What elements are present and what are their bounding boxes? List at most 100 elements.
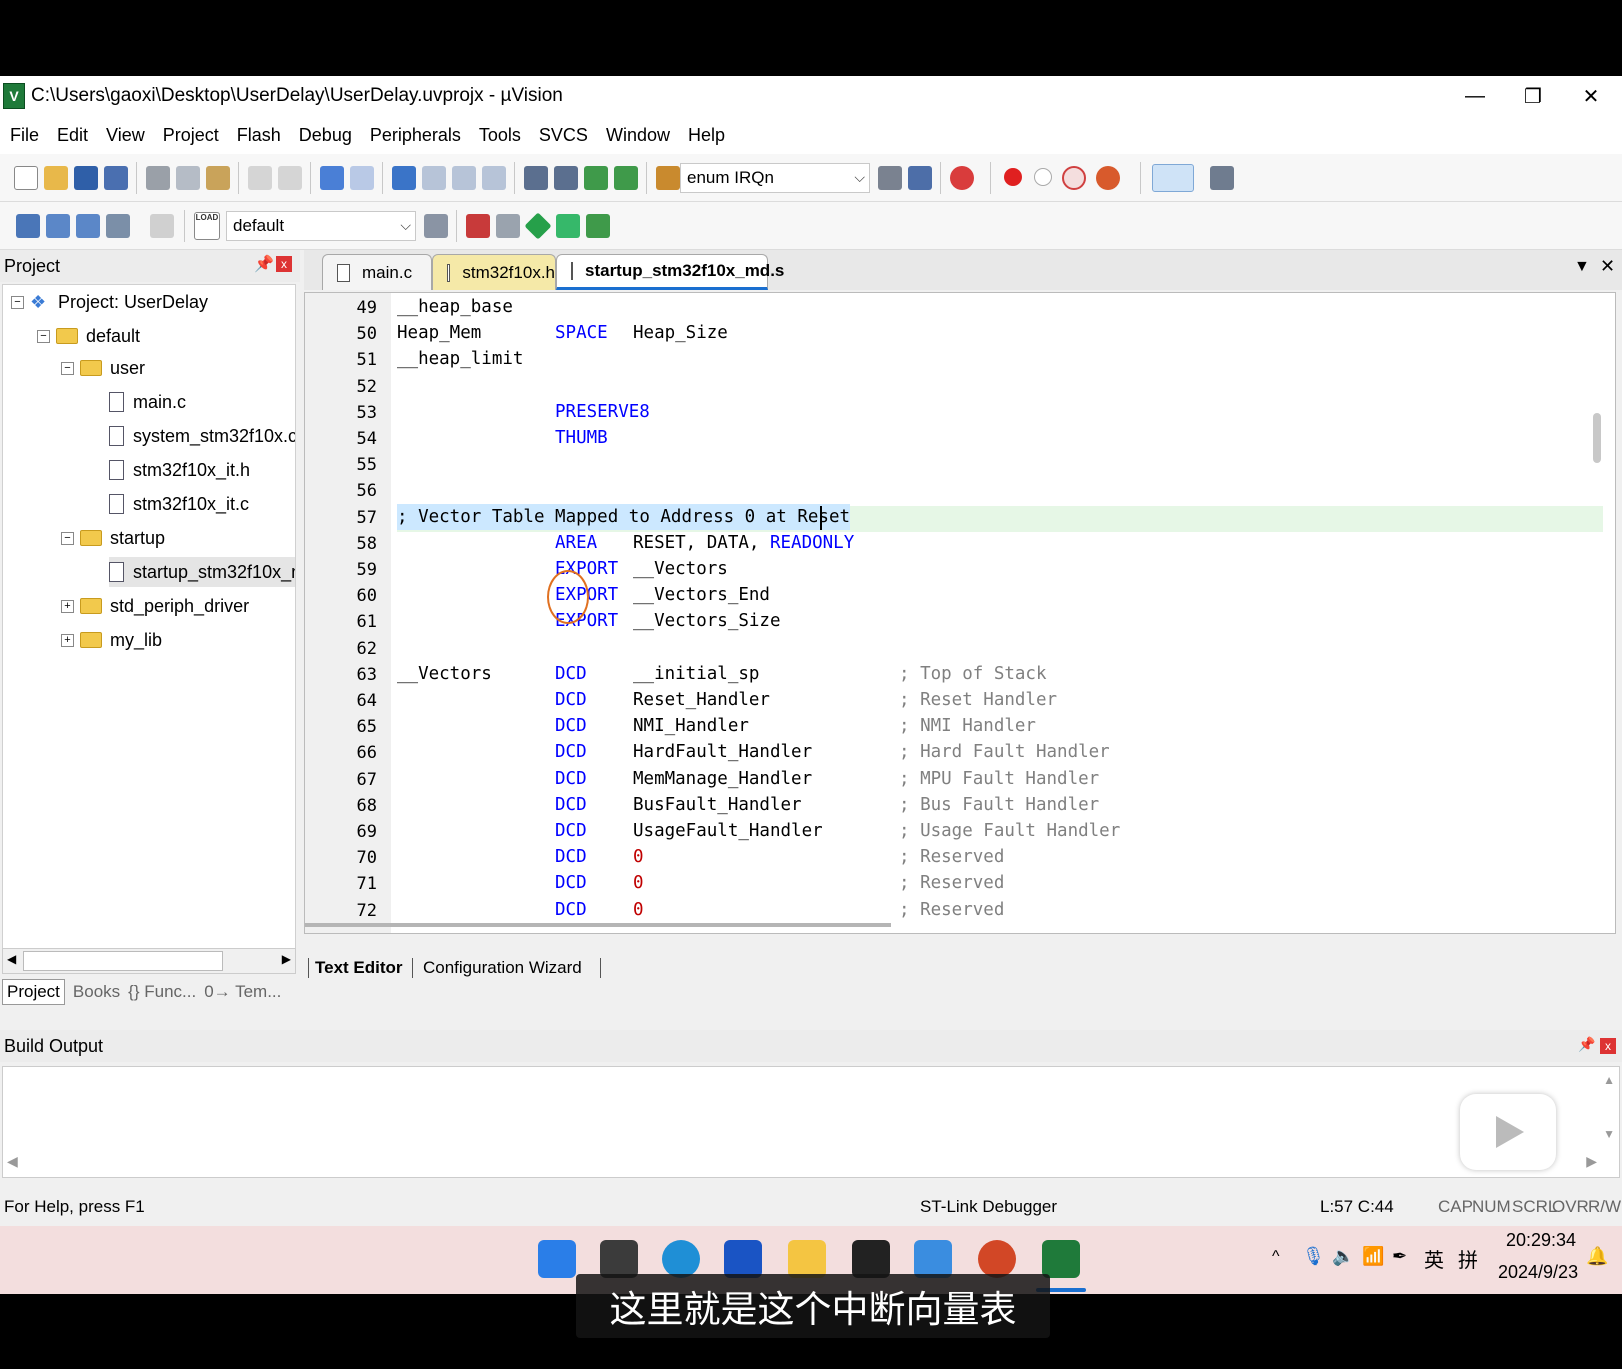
- speaker-icon[interactable]: 🔈: [1332, 1246, 1354, 1267]
- file-explorer-icon[interactable]: [788, 1240, 826, 1278]
- tab-list-dropdown-icon[interactable]: ▼: [1574, 258, 1590, 276]
- kill-all-breakpoints-icon[interactable]: [1096, 166, 1120, 190]
- tree-node-project[interactable]: − ❖ Project: UserDelay: [11, 287, 208, 317]
- batch-build-icon[interactable]: [106, 214, 130, 238]
- cut-icon[interactable]: [146, 166, 170, 190]
- next-bookmark-icon[interactable]: [452, 166, 476, 190]
- unindent-icon[interactable]: [554, 166, 578, 190]
- collapse-icon[interactable]: −: [61, 361, 74, 375]
- breakpoint-icon[interactable]: [1004, 168, 1022, 186]
- collapse-icon[interactable]: −: [11, 295, 24, 309]
- menu-project[interactable]: Project: [154, 125, 228, 146]
- tab-books[interactable]: Books: [73, 982, 120, 1002]
- debug-session-icon[interactable]: [950, 166, 974, 190]
- minimize-button[interactable]: —: [1446, 76, 1504, 116]
- copy-icon[interactable]: [176, 166, 200, 190]
- tree-node-std-periph[interactable]: + std_periph_driver: [61, 591, 249, 621]
- close-pane-icon[interactable]: x: [1600, 1038, 1616, 1054]
- ime-language[interactable]: 英: [1424, 1244, 1444, 1273]
- undo-icon[interactable]: [248, 166, 272, 190]
- tab-templates[interactable]: 0→ Tem...: [204, 982, 281, 1002]
- tab-main-c[interactable]: main.c: [322, 254, 432, 290]
- scroll-left-icon[interactable]: ◀: [7, 952, 16, 966]
- tab-functions[interactable]: {} Func...: [128, 982, 196, 1002]
- find-in-files-icon[interactable]: [656, 166, 680, 190]
- pen-icon[interactable]: ✒: [1392, 1246, 1407, 1267]
- clock-time[interactable]: 20:29:34: [1506, 1230, 1576, 1251]
- uvision-taskbar-icon[interactable]: [1042, 1240, 1080, 1278]
- window-layout-icon[interactable]: [1152, 164, 1194, 192]
- rebuild-icon[interactable]: [76, 214, 100, 238]
- camera-app-icon[interactable]: [852, 1240, 890, 1278]
- tab-text-editor[interactable]: Text Editor: [308, 958, 403, 978]
- expand-icon[interactable]: +: [61, 633, 74, 647]
- tree-file-it-h[interactable]: stm32f10x_it.h: [109, 455, 250, 485]
- powerpoint-icon[interactable]: [978, 1240, 1016, 1278]
- collapse-icon[interactable]: −: [37, 329, 50, 343]
- menu-view[interactable]: View: [97, 125, 154, 146]
- menu-window[interactable]: Window: [597, 125, 679, 146]
- microphone-icon[interactable]: 🎙: [1302, 1246, 1325, 1267]
- translate-icon[interactable]: [16, 214, 40, 238]
- paste-icon[interactable]: [206, 166, 230, 190]
- pin-icon[interactable]: 📌: [254, 254, 274, 274]
- edge-icon[interactable]: [662, 1240, 700, 1278]
- menu-debug[interactable]: Debug: [290, 125, 361, 146]
- menu-edit[interactable]: Edit: [48, 125, 97, 146]
- scroll-right-icon[interactable]: ▶: [282, 952, 291, 966]
- vertical-scrollbar-thumb[interactable]: [1593, 413, 1601, 463]
- build-icon[interactable]: [46, 214, 70, 238]
- uncomment-icon[interactable]: [614, 166, 638, 190]
- notification-bell-icon[interactable]: 🔔: [1586, 1246, 1608, 1267]
- tree-node-default[interactable]: − default: [37, 321, 140, 351]
- horizontal-scrollbar-thumb[interactable]: [305, 923, 891, 927]
- code-editor[interactable]: 49 50 51 52 53 54 55 56 57 58 59 60 61 62 63 64 65 66 67 68…: [304, 292, 1616, 934]
- manage-multi-project-icon[interactable]: [496, 214, 520, 238]
- tree-file-it-c[interactable]: stm32f10x_it.c: [109, 489, 249, 519]
- bookmark-icon[interactable]: [392, 166, 416, 190]
- menu-flash[interactable]: Flash: [228, 125, 290, 146]
- task-view-icon[interactable]: [600, 1240, 638, 1278]
- video-play-icon[interactable]: [1460, 1094, 1556, 1170]
- tree-node-my-lib[interactable]: + my_lib: [61, 625, 162, 655]
- tree-node-startup[interactable]: − startup: [61, 523, 165, 553]
- ime-mode[interactable]: 拼: [1458, 1244, 1478, 1273]
- menu-tools[interactable]: Tools: [470, 125, 530, 146]
- incremental-find-icon[interactable]: [908, 166, 932, 190]
- disable-breakpoint-icon[interactable]: [1034, 168, 1052, 186]
- target-options-icon[interactable]: [424, 214, 448, 238]
- tab-project[interactable]: Project: [2, 979, 65, 1005]
- start-icon[interactable]: [538, 1240, 576, 1278]
- close-pane-icon[interactable]: x: [276, 256, 292, 272]
- tree-file-startup-s[interactable]: startup_stm32f10x_md.s: [109, 557, 295, 587]
- menu-peripherals[interactable]: Peripherals: [361, 125, 470, 146]
- target-combo[interactable]: default ⌵: [226, 211, 416, 241]
- configure-icon[interactable]: [1210, 166, 1234, 190]
- manage-project-items-icon[interactable]: [466, 214, 490, 238]
- tab-startup-s[interactable]: startup_stm32f10x_md.s: [556, 254, 784, 290]
- chevron-up-icon[interactable]: ^: [1272, 1248, 1280, 1266]
- tree-file-main-c[interactable]: main.c: [109, 387, 186, 417]
- scroll-right-icon[interactable]: ▶: [1586, 1153, 1597, 1170]
- find-icon[interactable]: [878, 166, 902, 190]
- close-tab-icon[interactable]: ✕: [1600, 256, 1615, 277]
- expand-icon[interactable]: +: [61, 599, 74, 613]
- restore-button[interactable]: ❐: [1504, 76, 1562, 116]
- tree-file-system[interactable]: system_stm32f10x.c: [109, 421, 295, 451]
- save-all-icon[interactable]: [104, 166, 128, 190]
- prev-bookmark-icon[interactable]: [422, 166, 446, 190]
- download-load-icon[interactable]: LOAD: [194, 212, 220, 240]
- clock-date[interactable]: 2024/9/23: [1498, 1262, 1578, 1283]
- scroll-down-icon[interactable]: ▼: [1603, 1127, 1615, 1141]
- collapse-icon[interactable]: −: [61, 531, 74, 545]
- maps-icon[interactable]: [914, 1240, 952, 1278]
- clear-bookmarks-icon[interactable]: [482, 166, 506, 190]
- select-packs-icon[interactable]: [556, 214, 580, 238]
- indent-icon[interactable]: [524, 166, 548, 190]
- whiteboard-icon[interactable]: [724, 1240, 762, 1278]
- scroll-thumb[interactable]: [23, 951, 223, 971]
- manage-packs-icon[interactable]: [524, 212, 552, 240]
- new-file-icon[interactable]: [14, 166, 38, 190]
- build-output-text[interactable]: ◀ ▶ ▲ ▼: [2, 1066, 1620, 1178]
- tree-node-user[interactable]: − user: [61, 353, 145, 383]
